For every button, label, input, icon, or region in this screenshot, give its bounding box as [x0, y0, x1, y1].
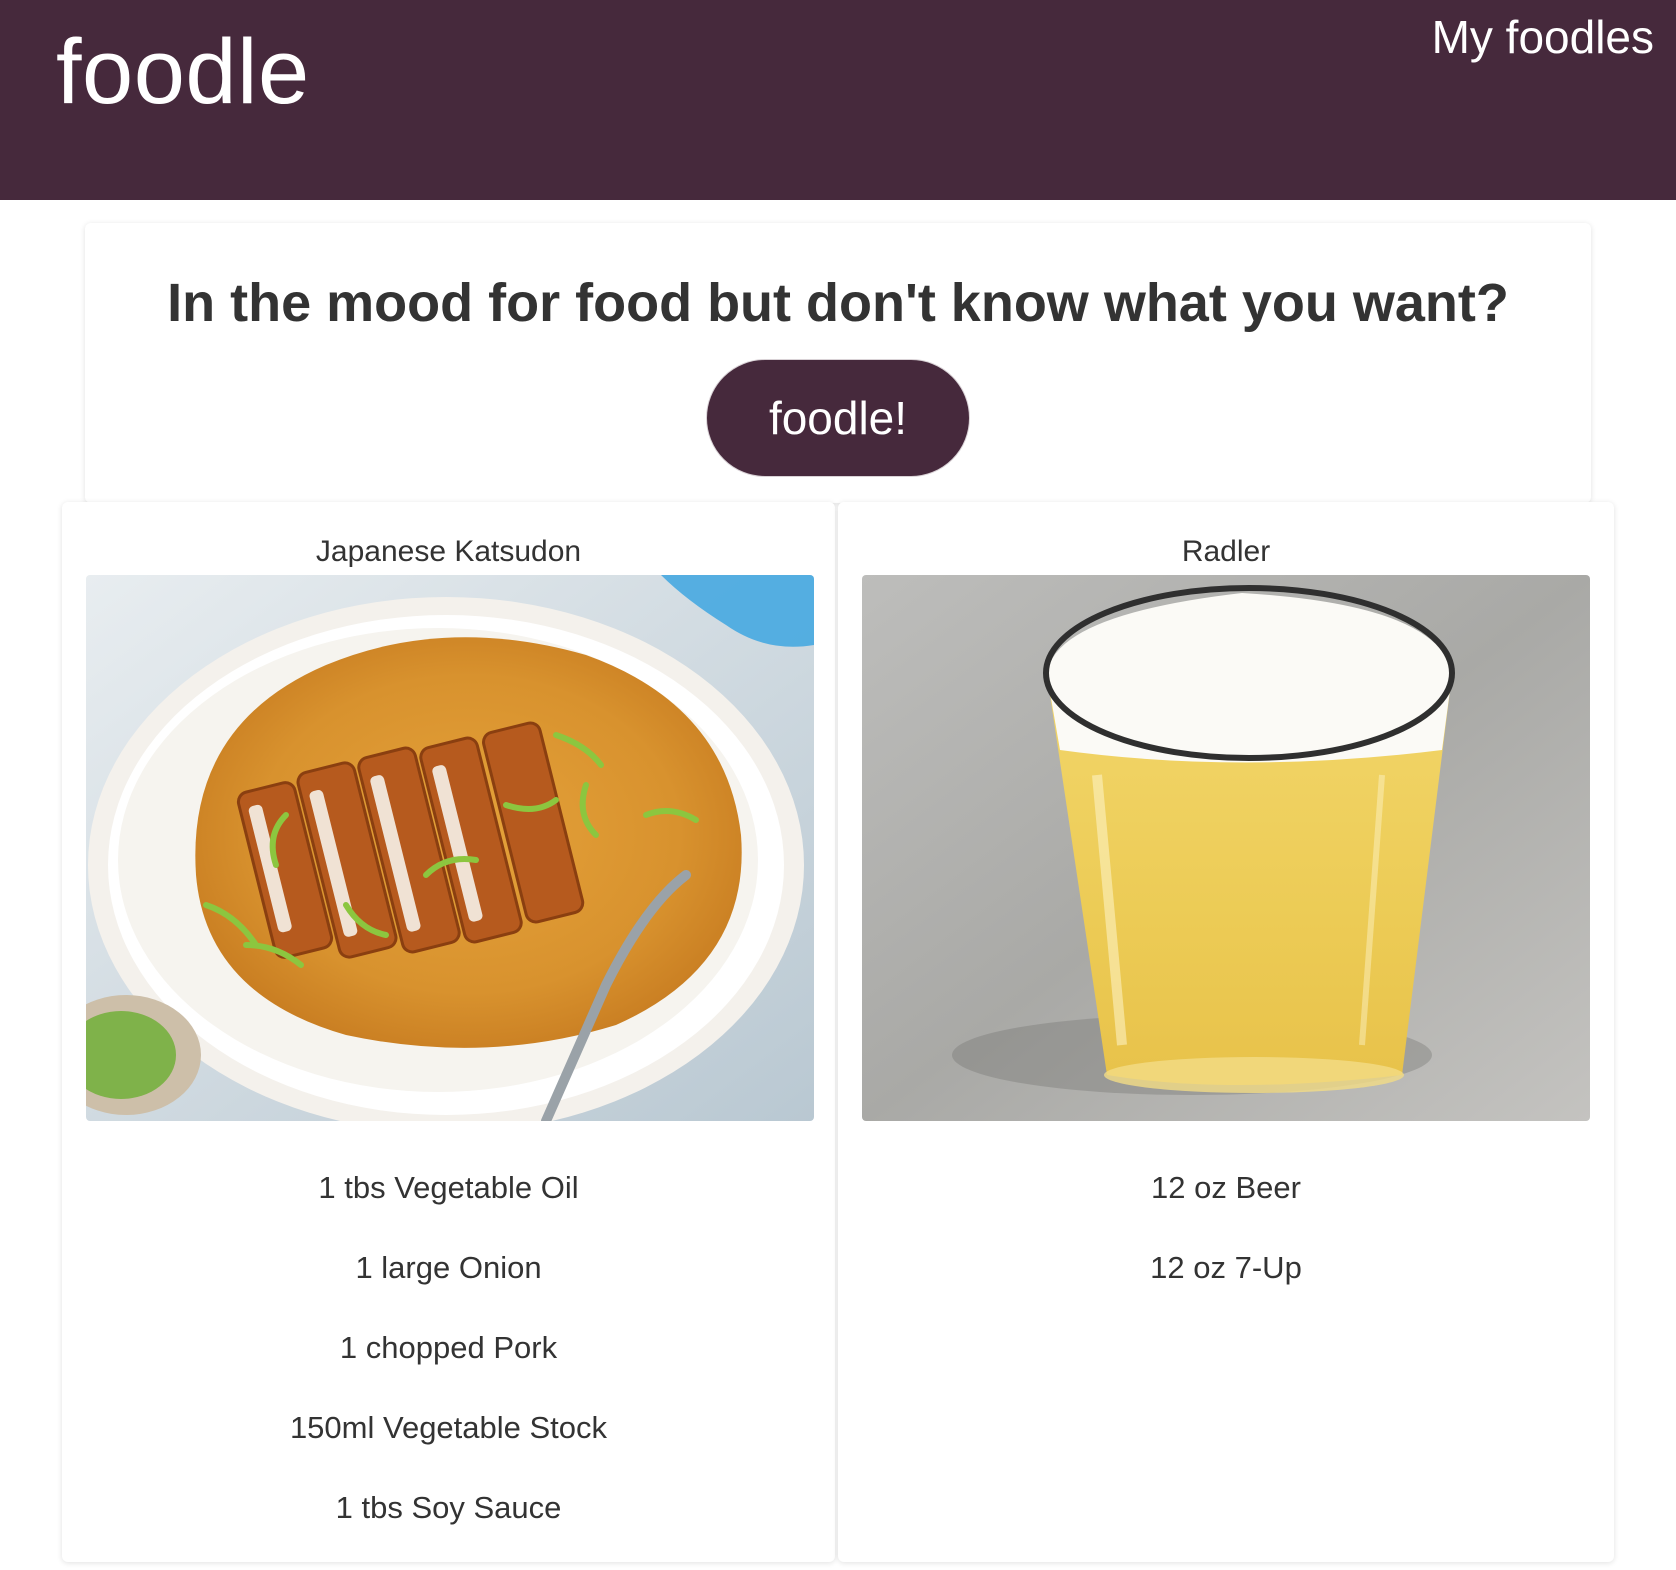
recipe-card-radler[interactable]: Radler 12 oz Beer 12 oz 7-Up — [838, 502, 1614, 1562]
ingredient-item: 150ml Vegetable Stock — [289, 1410, 608, 1445]
ingredient-list: 1 tbs Vegetable Oil 1 large Onion 1 chop… — [62, 1170, 835, 1570]
ingredient-item: 1 large Onion — [355, 1250, 542, 1285]
radler-photo-icon — [862, 575, 1590, 1121]
ingredient-item: 12 oz Beer — [1151, 1170, 1301, 1205]
app-logo[interactable]: foodle — [56, 22, 310, 122]
hero-card: In the mood for food but don't know what… — [85, 223, 1591, 503]
ingredient-item: 12 oz 7-Up — [1150, 1250, 1302, 1285]
recipe-title: Japanese Katsudon — [315, 535, 582, 568]
ingredient-item: 1 tbs Soy Sauce — [335, 1490, 562, 1525]
recipe-title: Radler — [1181, 535, 1271, 568]
foodle-button[interactable]: foodle! — [706, 359, 970, 477]
recipe-card-katsudon[interactable]: Japanese Katsudon 1 tbs Vegetable Oil 1 … — [62, 502, 835, 1562]
top-navigation-bar: foodle My foodles — [0, 0, 1676, 200]
ingredient-list: 12 oz Beer 12 oz 7-Up — [838, 1170, 1614, 1330]
my-foodles-link[interactable]: My foodles — [1432, 12, 1654, 62]
ingredient-item: 1 chopped Pork — [339, 1330, 558, 1365]
hero-title: In the mood for food but don't know what… — [167, 273, 1509, 333]
katsudon-photo-icon — [86, 575, 814, 1121]
ingredient-item: 1 tbs Vegetable Oil — [318, 1170, 579, 1205]
